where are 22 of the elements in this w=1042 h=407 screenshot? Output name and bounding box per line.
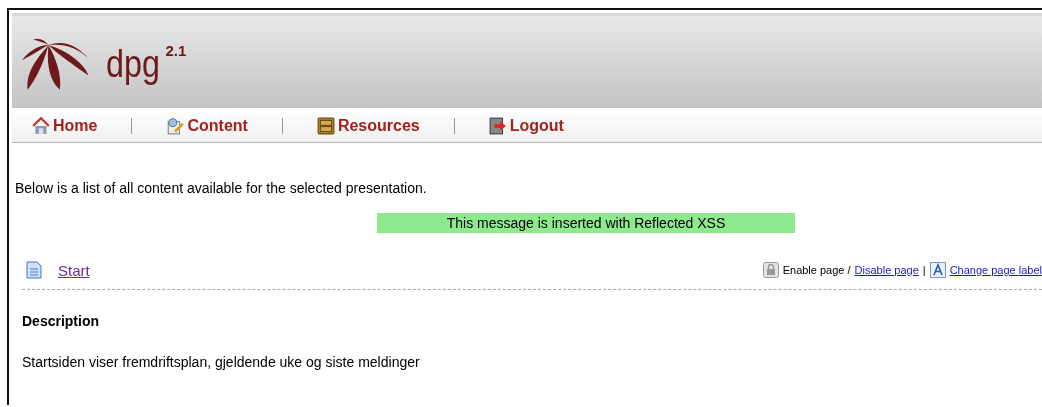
- document-icon: [26, 261, 42, 279]
- disable-page-link[interactable]: Disable page: [854, 264, 919, 276]
- description-heading: Description: [22, 313, 100, 329]
- cabinet-icon: [316, 117, 335, 135]
- message-banner: This message is inserted with Reflected XSS: [377, 213, 795, 233]
- nav-link[interactable]: Logout: [488, 117, 564, 135]
- house-icon: [32, 117, 50, 135]
- lock-icon: [762, 262, 779, 278]
- description-text: Startsiden viser fremdriftsplan, gjeldende uke og siste meldinger: [22, 354, 421, 370]
- page-title-link[interactable]: Start: [58, 261, 90, 279]
- enable-page-label: Enable page /: [782, 264, 851, 276]
- nav-link[interactable]: Home: [32, 117, 98, 135]
- separator: |: [922, 264, 926, 276]
- logo-name: dpg: [106, 42, 160, 86]
- exit-door-icon: [488, 117, 507, 135]
- letter-a-icon: [929, 262, 946, 278]
- nav-link[interactable]: Content: [166, 117, 248, 135]
- pencil-paper-icon: [166, 117, 185, 135]
- change-page-label-link[interactable]: Change page label: [949, 264, 1042, 276]
- nav-link[interactable]: Resources: [316, 117, 420, 135]
- intro-text: Below is a list of all content available for the selected presentation.: [15, 180, 428, 196]
- version-label: 2.1: [165, 42, 187, 59]
